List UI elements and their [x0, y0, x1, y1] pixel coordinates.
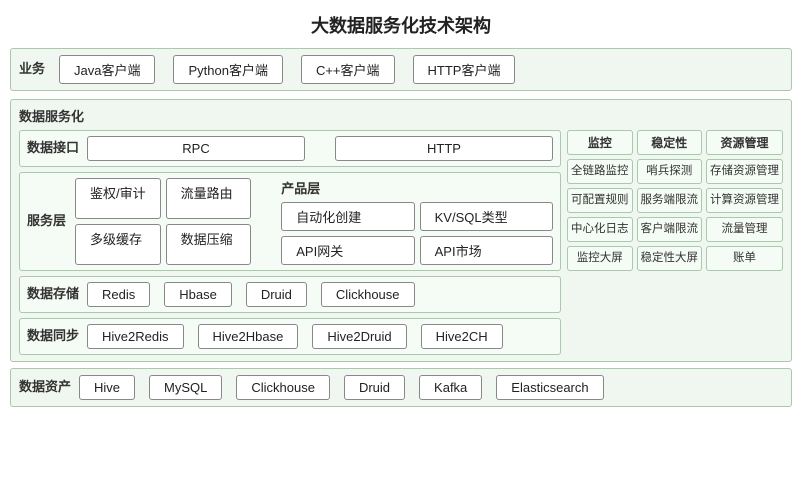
chanpinceng-item-1: KV/SQL类型 — [420, 202, 553, 231]
zichan-hive: Hive — [79, 375, 135, 400]
chanpinceng-label: 产品层 — [281, 178, 320, 197]
fuwuceng-item-3: 数据压缩 — [166, 224, 252, 265]
wendingxing-item-2: 客户端限流 — [637, 217, 703, 242]
storage-section: 数据存储 Redis Hbase Druid Clickhouse — [19, 276, 561, 313]
sync-hive2ch: Hive2CH — [421, 324, 503, 349]
sfh-right: 监控 全链路监控 可配置规则 中心化日志 监控大屏 稳定性 哨兵探测 服务端限流… — [567, 130, 783, 355]
client-cpp: C++客户端 — [301, 55, 395, 84]
jiankong-item-2: 中心化日志 — [567, 217, 633, 242]
chanpinceng-item-0: 自动化创建 — [281, 202, 414, 231]
shujufuwuhua-section: 数据服务化 数据接口 RPC HTTP 服务层 — [10, 99, 792, 362]
storage-clickhouse: Clickhouse — [321, 282, 415, 307]
storage-hbase: Hbase — [164, 282, 232, 307]
ziyuan-title: 资源管理 — [706, 130, 783, 155]
jiankong-item-0: 全链路监控 — [567, 159, 633, 184]
rpc-box: RPC — [87, 136, 305, 161]
ziyuan-item-2: 流量管理 — [706, 217, 783, 242]
sync-hive2druid: Hive2Druid — [312, 324, 406, 349]
ziyuan-item-3: 账单 — [706, 246, 783, 271]
jiankong-title: 监控 — [567, 130, 633, 155]
wendingxing-title: 稳定性 — [637, 130, 703, 155]
zichan-boxes: Hive MySQL Clickhouse Druid Kafka Elasti… — [79, 375, 604, 400]
sync-section: 数据同步 Hive2Redis Hive2Hbase Hive2Druid Hi… — [19, 318, 561, 355]
storage-redis: Redis — [87, 282, 150, 307]
shujuzichan-section: 数据资产 Hive MySQL Clickhouse Druid Kafka E… — [10, 368, 792, 407]
wendingxing-item-1: 服务端限流 — [637, 188, 703, 213]
storage-label: 数据存储 — [27, 283, 79, 302]
shujujieko-label: 数据接口 — [27, 137, 79, 156]
http-box: HTTP — [335, 136, 553, 161]
ziyuan-item-1: 计算资源管理 — [706, 188, 783, 213]
jiankong-item-1: 可配置规则 — [567, 188, 633, 213]
chanpinceng-item-3: API市场 — [420, 236, 553, 265]
jiankong-item-3: 监控大屏 — [567, 246, 633, 271]
zichan-mysql: MySQL — [149, 375, 222, 400]
fuwuceng-label: 服务层 — [27, 178, 67, 261]
rpc-http-boxes: RPC HTTP — [87, 136, 553, 161]
wendingxing-item-3: 稳定性大屏 — [637, 246, 703, 271]
chanpinceng-grid: 自动化创建 KV/SQL类型 API网关 API市场 — [281, 202, 553, 265]
wendingxing-item-0: 哨兵探测 — [637, 159, 703, 184]
yewu-section: 业务 Java客户端 Python客户端 C++客户端 HTTP客户端 — [10, 48, 792, 91]
fuwuceng-item-0: 鉴权/审计 — [75, 178, 161, 219]
shujujieko-section: 数据接口 RPC HTTP — [19, 130, 561, 167]
storage-boxes: Redis Hbase Druid Clickhouse — [87, 282, 415, 307]
jiankong-col: 监控 全链路监控 可配置规则 中心化日志 监控大屏 — [567, 130, 633, 355]
client-http: HTTP客户端 — [413, 55, 516, 84]
zichan-elasticsearch: Elasticsearch — [496, 375, 603, 400]
sfh-left: 数据接口 RPC HTTP 服务层 鉴权/审计 流量路由 多 — [19, 130, 561, 355]
zichan-druid: Druid — [344, 375, 405, 400]
sync-hive2redis: Hive2Redis — [87, 324, 183, 349]
yewu-label: 业务 — [19, 58, 51, 77]
wendingxing-col: 稳定性 哨兵探测 服务端限流 客户端限流 稳定性大屏 — [637, 130, 703, 355]
ziyuan-col: 资源管理 存储资源管理 计算资源管理 流量管理 账单 — [706, 130, 783, 355]
sfh-label: 数据服务化 — [19, 106, 783, 125]
client-java: Java客户端 — [59, 55, 155, 84]
chanpinceng-col: 产品层 自动化创建 KV/SQL类型 API网关 API市场 — [281, 178, 553, 265]
chanpinceng-item-2: API网关 — [281, 236, 414, 265]
page-title: 大数据服务化技术架构 — [0, 0, 802, 48]
fuwuceng-grid: 鉴权/审计 流量路由 多级缓存 数据压缩 — [75, 178, 251, 265]
zichan-label: 数据资产 — [19, 376, 71, 395]
fuwuceng-item-2: 多级缓存 — [75, 224, 161, 265]
zichan-clickhouse: Clickhouse — [236, 375, 330, 400]
sync-label: 数据同步 — [27, 325, 79, 344]
zichan-kafka: Kafka — [419, 375, 482, 400]
sync-hive2hbase: Hive2Hbase — [198, 324, 299, 349]
sync-boxes: Hive2Redis Hive2Hbase Hive2Druid Hive2CH — [87, 324, 503, 349]
ziyuan-item-0: 存储资源管理 — [706, 159, 783, 184]
fuwuceng-chanpinceng-section: 服务层 鉴权/审计 流量路由 多级缓存 数据压缩 产品层 — [19, 172, 561, 271]
client-python: Python客户端 — [173, 55, 282, 84]
storage-druid: Druid — [246, 282, 307, 307]
fuwuceng-item-1: 流量路由 — [166, 178, 252, 219]
client-boxes: Java客户端 Python客户端 C++客户端 HTTP客户端 — [59, 55, 783, 84]
